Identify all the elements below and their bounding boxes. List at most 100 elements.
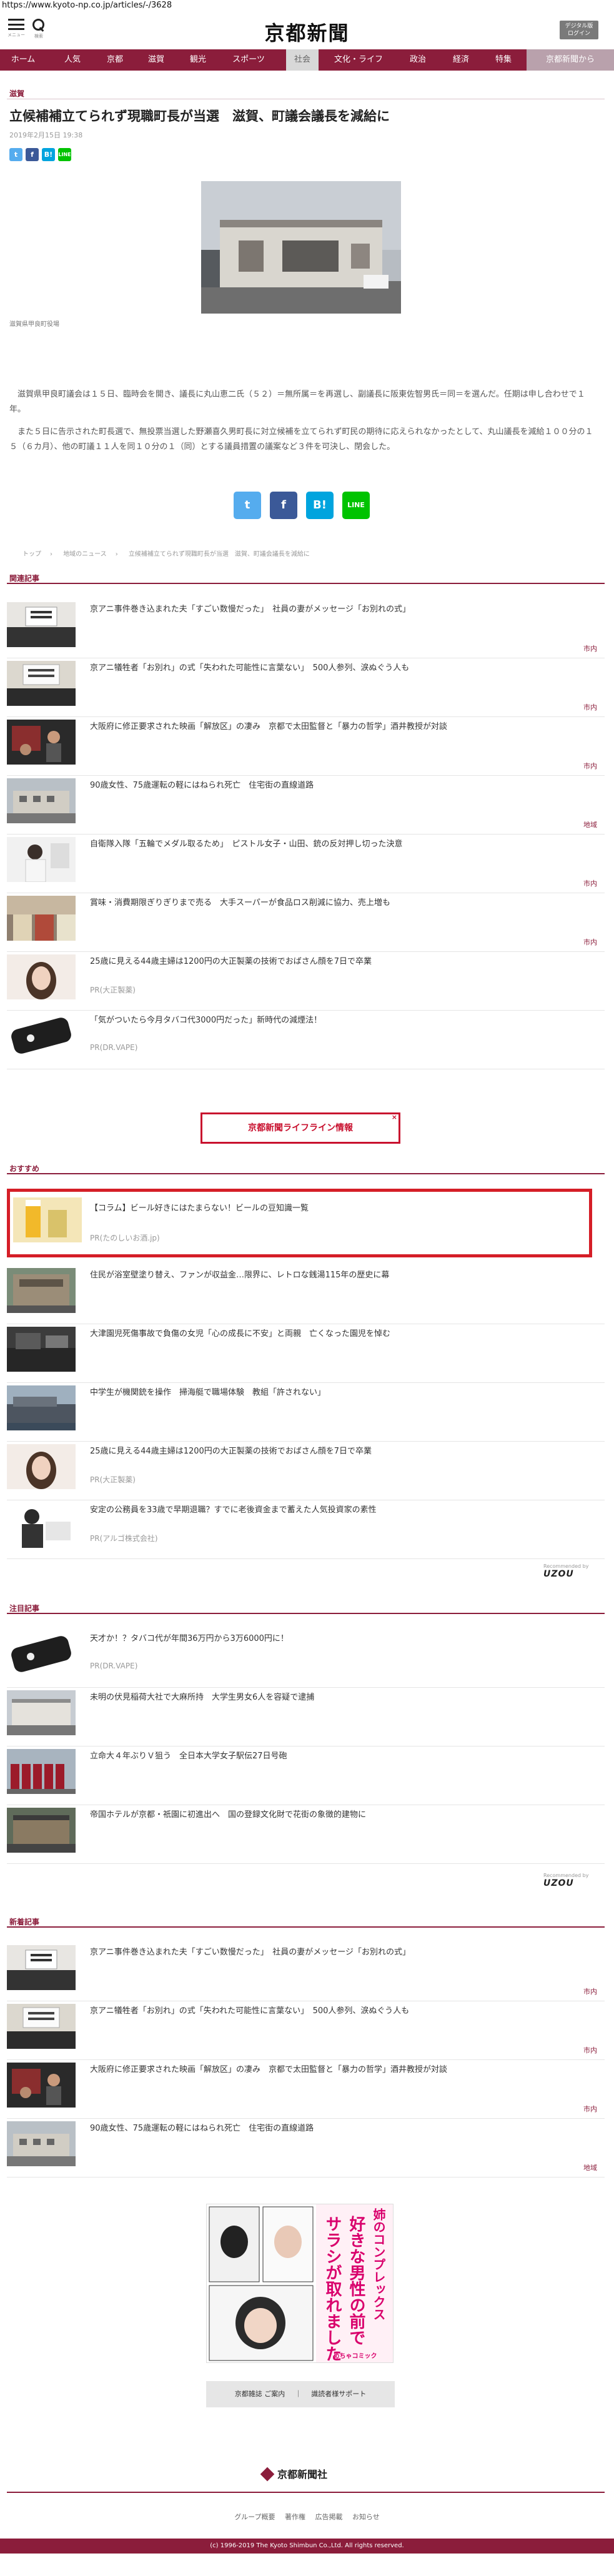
related-thumbnail: [7, 837, 76, 882]
related-tag: 市内: [583, 645, 597, 653]
footer-link-copyright[interactable]: 著作権: [285, 2513, 305, 2521]
notable-item[interactable]: 帝国ホテルが京都・祇園に初進出へ 国の登録文化財で花街の象徴的建物に: [7, 1805, 605, 1864]
latest-item[interactable]: 大阪府に修正要求された映画「解放区」の凄み 京都で太田監督と「暴力の哲学」酒井教…: [7, 2060, 605, 2119]
article-photo[interactable]: [201, 181, 401, 314]
recommend-item[interactable]: 中学生が機関銃を操作 掃海艇で職場体験 教組「許されない」: [7, 1383, 605, 1442]
footer-logo[interactable]: 京都新聞社: [260, 2466, 328, 2482]
recommend-item[interactable]: 大津園児死傷事故で負傷の女児「心の成長に不安」と両親 亡くなった園児を悼む: [7, 1324, 605, 1383]
related-headline: 大阪府に修正要求された映画「解放区」の凄み 京都で太田監督と「暴力の哲学」酒井教…: [90, 722, 448, 731]
related-sponsor: PR(大正製薬): [90, 986, 136, 994]
ad-headline-2: サラシが取れました: [323, 2216, 342, 2362]
lifeline-banner[interactable]: 京都新聞ライフライン情報 ×: [201, 1112, 400, 1144]
nav-item-kyoto[interactable]: 京都: [95, 49, 135, 71]
line-icon: LINE: [58, 152, 71, 157]
latest-headline: 90歳女性、75歳運転の軽にはねられ死亡 住宅街の直線道路: [90, 2124, 314, 2133]
footer-link-group[interactable]: グループ概要: [234, 2513, 275, 2521]
hatena-share-button[interactable]: B!: [306, 492, 334, 519]
latest-thumbnail: [7, 2121, 76, 2166]
notable-headline: 未明の伏見稲荷大社で大麻所持 大学生男女6人を容疑で逮捕: [90, 1693, 315, 1702]
hatena-icon: B!: [313, 498, 327, 512]
nav-item-sports[interactable]: スポーツ: [219, 49, 279, 71]
latest-item[interactable]: 京アニ事件巻き込まれた夫「すごい数慢だった」 社員の妻がメッセージ「お別れの式」…: [7, 1943, 605, 2001]
related-heading: 関連記事: [9, 574, 40, 583]
notable-item[interactable]: 未明の伏見稲荷大社で大麻所持 大学生男女6人を容疑で逮捕: [7, 1688, 605, 1746]
menu-button[interactable]: メニュー: [7, 19, 26, 41]
related-item[interactable]: 25歳に見える44歳主婦は1200円の大正製薬の技術でおばさん顔を7日で卒業 P…: [7, 952, 605, 1011]
notable-sponsor: PR(DR.VAPE): [90, 1662, 138, 1670]
ad-headline-3: 姉のコンプレックス: [371, 2208, 386, 2321]
recommend-thumbnail: [7, 1268, 76, 1313]
breadcrumb-top[interactable]: トップ: [22, 551, 41, 558]
line-icon: LINE: [347, 501, 365, 509]
recommend-thumbnail: [13, 1197, 82, 1242]
login-button[interactable]: デジタル版 ログイン: [560, 21, 598, 39]
nav-item-politics[interactable]: 政治: [396, 49, 440, 71]
notable-thumbnail: [7, 1749, 76, 1794]
latest-item[interactable]: 京アニ犠牲者「お別れ」の式「失われた可能性に言葉ない」 500人参列、涙ぬぐう人…: [7, 2001, 605, 2060]
breadcrumb-local[interactable]: 地域のニュース: [63, 551, 107, 558]
twitter-share-button[interactable]: t: [234, 492, 261, 519]
hatena-share-small[interactable]: B!: [42, 148, 55, 161]
notable-powered-by[interactable]: Recommended by UZOU: [543, 1873, 614, 1888]
twitter-share-small[interactable]: t: [9, 148, 22, 161]
site-logo[interactable]: 京都新聞: [250, 17, 364, 45]
breadcrumb-current: 立候補補立てられず現職町長が当選 滋賀、町議会議長を減給に: [128, 551, 310, 558]
line-share-small[interactable]: LINE: [58, 148, 71, 161]
notable-headline: 帝国ホテルが京都・祇園に初進出へ 国の登録文化財で花街の象徴的建物に: [90, 1810, 367, 1820]
recommend-heading: おすすめ: [9, 1164, 40, 1173]
nav-item-home[interactable]: ホーム: [0, 49, 46, 71]
notable-thumbnail: [7, 1690, 76, 1735]
nav-item-shiga[interactable]: 滋賀: [135, 49, 177, 71]
nav-item-culture[interactable]: 文化・ライフ: [325, 49, 392, 71]
facebook-share-button[interactable]: f: [270, 492, 297, 519]
nav-item-society[interactable]: 社会: [286, 49, 319, 71]
nav-item-tourism[interactable]: 観光: [177, 49, 219, 71]
related-tag: 市内: [583, 938, 597, 946]
related-item[interactable]: 大阪府に修正要求された映画「解放区」の凄み 京都で太田監督と「暴力の哲学」酒井教…: [7, 717, 605, 776]
article-date: 2019年2月15日 19:38: [9, 131, 83, 139]
related-sponsor: PR(DR.VAPE): [90, 1043, 138, 1052]
recommend-item[interactable]: 【コラム】ビール好きにはたまらない！ビールの豆知識一覧 PR(たのしいお酒.jp…: [7, 1195, 605, 1254]
reader-support-link[interactable]: 識読者様サポート: [311, 2390, 366, 2398]
notable-item[interactable]: 立命大４年ぶりＶ狙う 全日本大学女子駅伝27日号砲: [7, 1746, 605, 1805]
nav-item-from-kyoto[interactable]: 京都新聞から: [527, 49, 614, 71]
recommend-item[interactable]: 25歳に見える44歳主婦は1200円の大正製薬の技術でおばさん顔を7日で卒業 P…: [7, 1442, 605, 1500]
notable-item[interactable]: 天才か！？タバコ代が年間36万円から3万6000円に！ PR(DR.VAPE): [7, 1629, 605, 1688]
close-icon[interactable]: ×: [392, 1113, 397, 1122]
related-item[interactable]: 京アニ事件巻き込まれた夫「すごい数慢だった」 社員の妻がメッセージ「お別れの式」…: [7, 600, 605, 658]
related-headline: 賞味・消費期限ぎりぎりまで売る 大手スーパーが食品ロス削減に協力、売上増も: [90, 898, 390, 908]
manga-ad-banner[interactable]: 姉のコンプレックス 好きな男性の前で サラシが取れました めちゃコミック: [206, 2204, 394, 2363]
line-share-button[interactable]: LINE: [342, 492, 370, 519]
latest-item[interactable]: 90歳女性、75歳運転の軽にはねられ死亡 住宅街の直線道路 地域: [7, 2119, 605, 2177]
recommend-item[interactable]: 安定の公務員を33歳で早期退職？すでに老後資金まで蓄えた人気投資家の素性 PR(…: [7, 1500, 605, 1559]
recommend-headline: 安定の公務員を33歳で早期退職？すでに老後資金まで蓄えた人気投資家の素性: [90, 1505, 377, 1515]
facebook-share-small[interactable]: f: [26, 148, 39, 161]
nav-item-popular[interactable]: 人気: [50, 49, 95, 71]
notable-divider: [7, 1613, 605, 1614]
notable-thumbnail: [7, 1632, 76, 1677]
recommend-powered-by[interactable]: Recommended by UZOU: [543, 1563, 614, 1579]
nav-item-economy[interactable]: 経済: [440, 49, 482, 71]
related-item[interactable]: 京アニ犠牲者「お別れ」の式「失われた可能性に言葉ない」 500人参列、涙ぬぐう人…: [7, 658, 605, 717]
recommend-item[interactable]: 住民が浴室壁塗り替え、ファンが収益金…限界に、レトロな銭湯115年の歴史に幕: [7, 1266, 605, 1324]
address-bar[interactable]: https://www.kyoto-np.co.jp/articles/-/36…: [0, 0, 614, 12]
footer-logo-text: 京都新聞社: [277, 2469, 328, 2480]
related-item[interactable]: 「気がついたら今月タバコ代3000円だった」新時代の減煙法！ PR(DR.VAP…: [7, 1011, 605, 1069]
magazine-info-link[interactable]: 京都雑誌 ご案内: [235, 2390, 285, 2398]
footer-link-notices[interactable]: お知らせ: [352, 2513, 380, 2521]
article-category[interactable]: 滋賀: [9, 88, 24, 99]
related-item[interactable]: 自衛隊入隊「五輪でメダル取るため」 ピストル女子・山田、銃の反対押し切った決意 …: [7, 835, 605, 893]
related-divider: [7, 583, 605, 584]
hatena-icon: B!: [44, 151, 53, 159]
notable-headline: 天才か！？タバコ代が年間36万円から3万6000円に！: [90, 1634, 289, 1643]
article-paragraph-1: 滋賀県甲良町議会は１５日、臨時会を開き、議長に丸山恵二氏（５２）＝無所属＝を再選…: [9, 390, 585, 414]
related-item[interactable]: 90歳女性、75歳運転の軽にはねられ死亡 住宅街の直線道路 地域: [7, 776, 605, 835]
search-button[interactable]: 検索: [29, 19, 48, 41]
breadcrumb-separator: ›: [115, 551, 118, 558]
related-item[interactable]: 賞味・消費期限ぎりぎりまで売る 大手スーパーが食品ロス削減に協力、売上増も 市内: [7, 893, 605, 952]
footer-link-advertising[interactable]: 広告掲載: [315, 2513, 343, 2521]
footer-links: グループ概要 著作権 広告掲載 お知らせ: [0, 2512, 614, 2522]
nav-item-features[interactable]: 特集: [482, 49, 525, 71]
menu-caption: メニュー: [7, 32, 25, 37]
recommend-sponsor: PR(たのしいお酒.jp): [90, 1234, 160, 1242]
